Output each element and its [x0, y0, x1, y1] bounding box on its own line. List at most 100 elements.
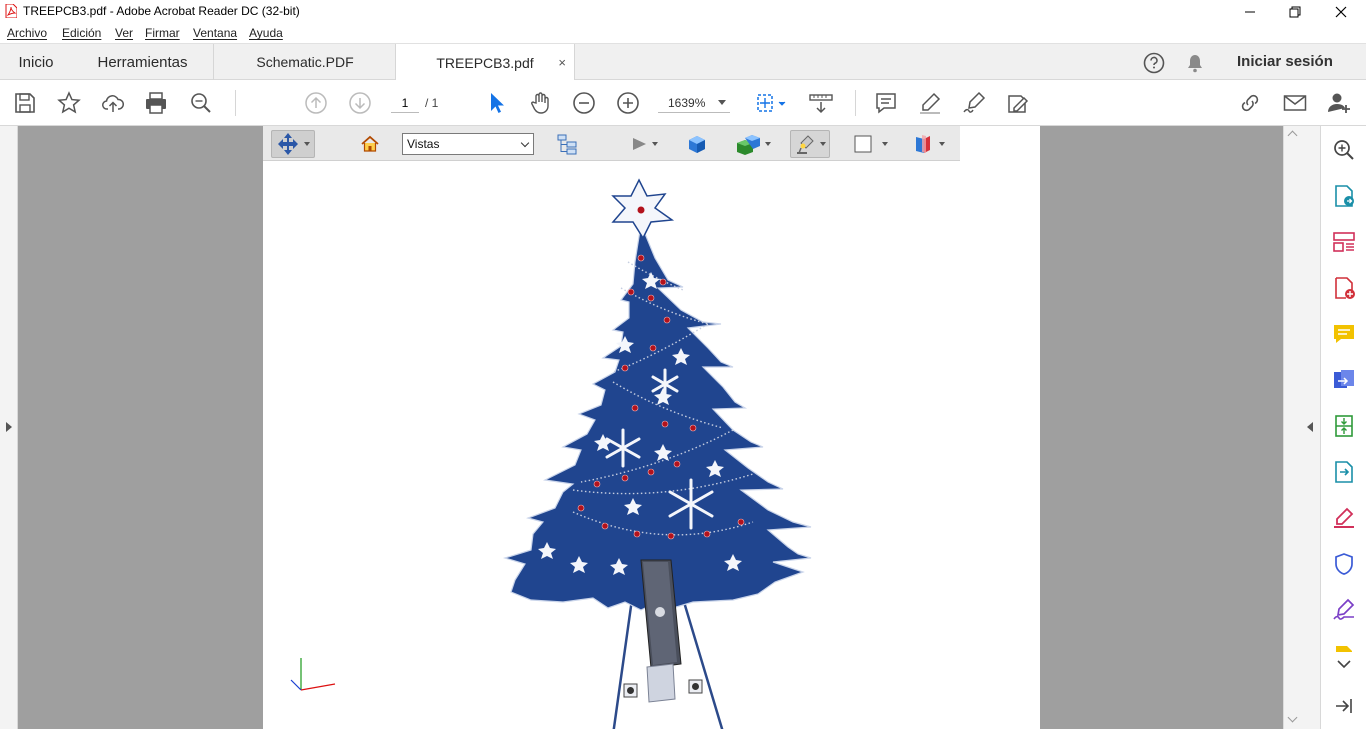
scroll-down-icon[interactable]: [1287, 712, 1298, 723]
chevron-down-icon: [304, 142, 310, 146]
zoom-out-button[interactable]: [572, 91, 596, 115]
acrobat-app-icon: [5, 4, 17, 18]
menu-archivo[interactable]: Archivo: [7, 26, 47, 40]
sign-in-link[interactable]: Iniciar sesión: [1237, 53, 1333, 70]
tool-protect[interactable]: [1332, 552, 1356, 576]
comment-icon: [876, 93, 896, 114]
3d-model-tree-pcb[interactable]: [263, 162, 1040, 729]
zoom-in-icon: [617, 92, 639, 114]
tool-comment[interactable]: [1332, 322, 1356, 346]
page-up-button[interactable]: [304, 91, 328, 115]
scroll-up-icon[interactable]: [1287, 130, 1298, 141]
bookmark-button[interactable]: [57, 91, 81, 115]
export-pdf-icon: [1335, 185, 1354, 207]
search-zoom-icon: [1334, 140, 1354, 160]
hand-pan-icon: [531, 92, 549, 114]
collapse-right-icon: [1307, 422, 1313, 432]
print-button[interactable]: [144, 91, 168, 115]
tool-compress[interactable]: [1332, 414, 1356, 438]
menu-edicion[interactable]: Edición: [62, 26, 101, 40]
notification-bell-icon[interactable]: [1186, 53, 1204, 73]
tab-inicio[interactable]: Inicio: [0, 44, 72, 80]
pdf-page[interactable]: Vistas: [263, 126, 1040, 729]
left-panel-toggle[interactable]: [0, 126, 18, 729]
window-title: TREEPCB3.pdf - Adobe Acrobat Reader DC (…: [23, 4, 300, 18]
background-color-button[interactable]: [850, 130, 892, 158]
menu-ayuda[interactable]: Ayuda: [249, 26, 283, 40]
zoom-search-icon: [191, 93, 211, 113]
tool-organize-pages[interactable]: [1332, 230, 1356, 254]
chevron-down-icon: [820, 142, 826, 146]
rotate-3d-tool[interactable]: [271, 130, 315, 158]
close-window-button[interactable]: [1318, 0, 1364, 23]
menu-ventana[interactable]: Ventana: [193, 26, 237, 40]
collapse-tools-button[interactable]: [1332, 694, 1356, 718]
lighting-button[interactable]: [790, 130, 830, 158]
upload-button[interactable]: [101, 91, 125, 115]
zoom-level-dropdown[interactable]: 1639%: [658, 93, 730, 113]
zoom-out-icon: [573, 92, 595, 114]
tool-export-convert[interactable]: [1332, 460, 1356, 484]
add-user-button[interactable]: [1327, 91, 1351, 115]
tool-export-pdf[interactable]: [1332, 184, 1356, 208]
zoom-in-button[interactable]: [616, 91, 640, 115]
play-animation-button[interactable]: [625, 130, 663, 158]
menu-firmar[interactable]: Firmar: [145, 26, 180, 40]
cross-section-button[interactable]: [910, 130, 948, 158]
model-tree-button[interactable]: [555, 130, 579, 158]
close-icon: [1335, 6, 1347, 17]
edit-button[interactable]: [1006, 91, 1030, 115]
fit-page-button[interactable]: [754, 91, 790, 115]
save-button[interactable]: [13, 91, 37, 115]
views-label: Vistas: [407, 137, 440, 151]
tab-bar: Inicio Herramientas Schematic.PDF TREEPC…: [0, 43, 1366, 81]
chevron-down-icon: [939, 142, 945, 146]
page-down-button[interactable]: [348, 91, 372, 115]
hand-tool-button[interactable]: [528, 91, 552, 115]
fit-page-icon: [757, 94, 786, 112]
upload-cloud-icon: [102, 95, 125, 112]
axis-gizmo: [290, 658, 336, 691]
select-tool-button[interactable]: [484, 91, 508, 115]
share-link-button[interactable]: [1238, 91, 1262, 115]
menu-bar: Archivo Edición Ver Firmar Ventana Ayuda: [0, 23, 1366, 43]
right-tools-panel: [1320, 126, 1366, 729]
close-tab-icon[interactable]: ×: [558, 55, 566, 70]
select-cursor-icon: [491, 93, 504, 113]
main-toolbar: / 1 1639%: [0, 80, 1366, 126]
render-mode-button[interactable]: [733, 130, 773, 158]
email-button[interactable]: [1283, 91, 1307, 115]
tool-combine-files[interactable]: [1332, 368, 1356, 392]
tool-search-zoom[interactable]: [1332, 138, 1356, 162]
minimize-button[interactable]: [1227, 0, 1273, 23]
tool-certificates[interactable]: [1332, 598, 1356, 622]
bookmark-star-icon: [57, 91, 81, 114]
tool-fill-sign[interactable]: [1332, 506, 1356, 530]
vertical-scrollbar[interactable]: [1283, 126, 1301, 729]
help-icon[interactable]: [1143, 52, 1165, 74]
find-button[interactable]: [189, 91, 213, 115]
tab-treepcb3-pdf[interactable]: TREEPCB3.pdf ×: [395, 44, 575, 81]
read-mode-button[interactable]: [809, 91, 833, 115]
tool-more[interactable]: [1332, 644, 1356, 652]
tab-schematic-pdf[interactable]: Schematic.PDF: [215, 44, 395, 80]
chevron-down-icon: [765, 142, 771, 146]
zoom-value: 1639%: [668, 96, 706, 110]
3d-toolbar: Vistas: [263, 126, 960, 161]
tool-create-pdf[interactable]: [1332, 276, 1356, 300]
move-arrows-icon: [278, 133, 298, 155]
projection-button[interactable]: [685, 130, 709, 158]
comment-tool-icon: [1334, 325, 1354, 343]
highlight-button[interactable]: [918, 91, 942, 115]
tab-herramientas[interactable]: Herramientas: [72, 44, 214, 80]
restore-button[interactable]: [1272, 0, 1318, 23]
comment-button[interactable]: [874, 91, 898, 115]
views-dropdown[interactable]: Vistas: [402, 133, 534, 155]
page-number-input[interactable]: [391, 93, 419, 113]
home-view-button[interactable]: [358, 130, 382, 158]
sign-button[interactable]: [962, 91, 986, 115]
read-mode-icon: [809, 94, 833, 114]
right-panel-toggle[interactable]: [1301, 126, 1320, 729]
menu-ver[interactable]: Ver: [115, 26, 133, 40]
tools-scroll-down[interactable]: [1332, 656, 1356, 672]
